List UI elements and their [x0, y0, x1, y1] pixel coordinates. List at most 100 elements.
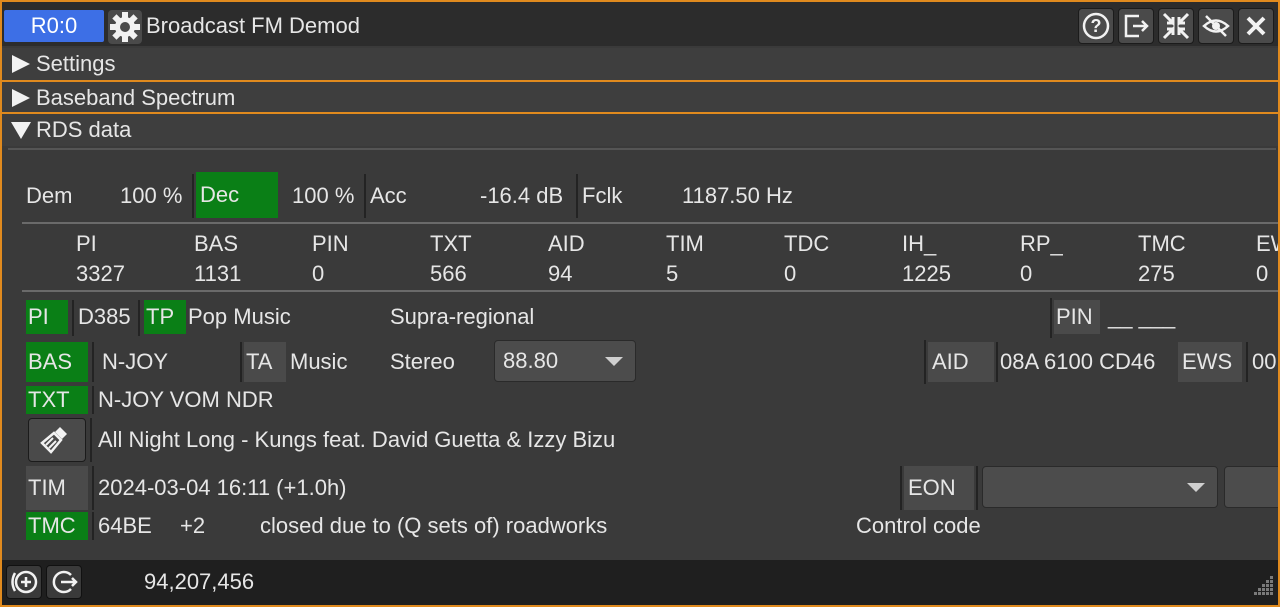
- tim-indicator: TIM: [26, 466, 88, 510]
- status-bar: 94,207,456: [2, 560, 1278, 605]
- stereo-value: Stereo: [390, 349, 455, 374]
- bas-indicator: BAS: [26, 342, 88, 382]
- chevron-down-icon: [605, 357, 623, 366]
- counter-header: PI: [76, 231, 97, 256]
- tim-value: 2024-03-04 16:11 (+1.0h): [98, 475, 347, 500]
- music-speech-value: Music: [290, 349, 348, 374]
- eon-detail-field[interactable]: [1224, 466, 1278, 508]
- separator: [138, 300, 140, 336]
- counter-header: TDC: [784, 231, 830, 256]
- ews-label: EWS: [1178, 342, 1242, 382]
- tp-indicator: TP: [144, 300, 186, 334]
- counter-value: 5: [666, 261, 679, 286]
- expanded-arrow-icon: [11, 122, 31, 139]
- workspace-move-icon: [52, 570, 78, 594]
- radiotext-b: All Night Long - Kungs feat. David Guett…: [98, 427, 616, 452]
- counter-header: TXT: [430, 231, 472, 256]
- baseband-spectrum-section-header[interactable]: Baseband Spectrum: [2, 82, 1278, 114]
- chevron-down-icon: [1187, 483, 1205, 492]
- tmc-location: 64BE: [98, 513, 152, 538]
- counter-value: 275: [1138, 261, 1175, 286]
- separator: [90, 418, 92, 462]
- ews-value: 00: [1252, 349, 1277, 374]
- pin-label: PIN: [1054, 300, 1100, 334]
- sample-counter: 94,207,456: [144, 569, 255, 594]
- svg-text:?: ?: [1091, 16, 1102, 36]
- separator: [192, 174, 194, 218]
- pi-value: D385: [78, 304, 131, 329]
- separator: [72, 300, 74, 336]
- counter-header: PIN: [312, 231, 349, 256]
- separator: [92, 512, 94, 540]
- dem-value: 100 %: [120, 183, 183, 208]
- counter-header: AID: [548, 231, 585, 256]
- help-icon[interactable]: ?: [1078, 8, 1114, 44]
- dec-label: Dec: [196, 172, 278, 218]
- counter-value: 0: [312, 261, 325, 286]
- broom-icon: [40, 427, 67, 454]
- move-icon[interactable]: [1118, 8, 1154, 44]
- window-title: Broadcast FM Demod: [146, 13, 360, 38]
- counter-header: TIM: [666, 231, 704, 256]
- hide-icon[interactable]: [1198, 8, 1234, 44]
- collapsed-arrow-icon: [12, 89, 30, 107]
- counter-value: 0: [1256, 261, 1269, 286]
- move-to-workspace-button[interactable]: [46, 565, 82, 599]
- close-icon[interactable]: [1238, 8, 1274, 44]
- ps-name: N-JOY: [102, 349, 168, 374]
- separator: [92, 466, 94, 510]
- settings-section-label: Settings: [36, 51, 116, 76]
- counter-header: RP_: [1020, 231, 1063, 256]
- ta-indicator: TA: [244, 342, 286, 382]
- collapsed-arrow-icon: [12, 55, 30, 73]
- rx-index-button[interactable]: R0:0: [4, 10, 104, 42]
- pi-indicator: PI: [26, 300, 68, 334]
- counter-value: 0: [1020, 261, 1033, 286]
- counter-value: 3327: [76, 261, 125, 286]
- dem-label: Dem: [26, 183, 73, 208]
- add-channel-button[interactable]: [6, 565, 42, 599]
- separator: [924, 340, 926, 384]
- counter-value: 94: [548, 261, 573, 286]
- counter-header: EW: [1256, 231, 1278, 256]
- eon-station-select[interactable]: [982, 466, 1218, 508]
- fclk-label: Fclk: [582, 183, 623, 208]
- broadcast-fm-demod-window: R0:0 Broadcast FM Demod ? Settings Baseb…: [0, 0, 1280, 607]
- counter-header: TMC: [1138, 231, 1186, 256]
- af-frequency-select[interactable]: 88.80: [494, 340, 636, 382]
- clear-radiotext-button[interactable]: [28, 418, 86, 462]
- dec-value: 100 %: [292, 183, 355, 208]
- settings-gear-icon[interactable]: [108, 10, 142, 44]
- shrink-icon[interactable]: [1158, 8, 1194, 44]
- separator: [576, 174, 578, 218]
- fclk-value: 1187.50 Hz: [682, 183, 793, 208]
- divider: [22, 222, 1278, 224]
- counter-value: 566: [430, 261, 467, 286]
- pin-value: __ ___: [1108, 304, 1176, 329]
- pty-value: Pop Music: [188, 304, 291, 329]
- counter-value: 1225: [902, 261, 951, 286]
- radiotext-a: N-JOY VOM NDR: [98, 387, 274, 412]
- acc-value: -16.4 dB: [480, 183, 564, 208]
- separator: [900, 466, 902, 510]
- resize-grip-icon[interactable]: [1246, 572, 1274, 600]
- rds-data-section-label: RDS data: [36, 117, 132, 142]
- title-bar: R0:0 Broadcast FM Demod ?: [2, 2, 1278, 46]
- settings-section-header[interactable]: Settings: [2, 48, 1278, 80]
- coverage-value: Supra-regional: [390, 304, 535, 329]
- separator: [1050, 298, 1052, 338]
- separator: [1246, 342, 1248, 382]
- tmc-extent: +2: [180, 513, 206, 538]
- acc-label: Acc: [370, 183, 407, 208]
- rds-data-section-header[interactable]: RDS data: [2, 114, 1278, 146]
- counter-value: 0: [784, 261, 797, 286]
- divider: [8, 148, 1276, 150]
- separator: [240, 342, 242, 382]
- tmc-control-code: Control code: [856, 513, 981, 538]
- separator: [92, 386, 94, 414]
- divider: [22, 290, 1278, 292]
- tmc-indicator: TMC: [26, 512, 88, 540]
- eon-label: EON: [904, 466, 974, 510]
- counter-header: IH_: [902, 231, 937, 256]
- aid-label: AID: [928, 342, 994, 382]
